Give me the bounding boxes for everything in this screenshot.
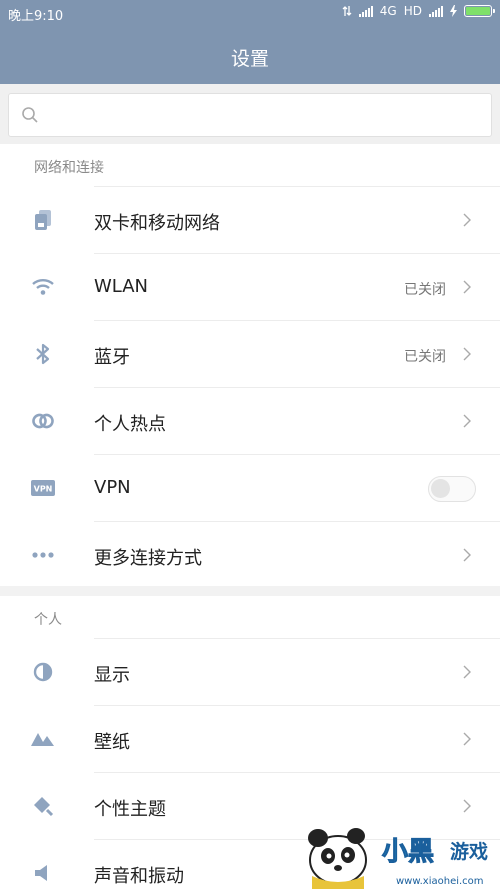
chevron-right-icon: [463, 799, 471, 813]
bluetooth-icon: [28, 321, 58, 387]
row-label: 蓝牙: [94, 347, 130, 368]
charging-icon: [450, 5, 457, 17]
svg-text:游戏: 游戏: [450, 840, 488, 863]
row-label: 更多连接方式: [94, 548, 202, 569]
display-icon: [28, 639, 58, 705]
row-wlan[interactable]: WLAN 已关闭: [32, 253, 500, 320]
signal-icon: [429, 5, 443, 17]
hotspot-icon: [28, 388, 58, 454]
wallpaper-icon: [28, 706, 58, 772]
bluetooth-status: 已关闭: [404, 349, 446, 365]
row-wallpaper[interactable]: 壁纸: [31, 705, 500, 772]
app-header: 晚上9:10 4G HD 设置: [0, 0, 500, 84]
row-label: 个性主题: [94, 799, 166, 820]
battery-icon: [464, 5, 495, 17]
row-vpn[interactable]: VPN VPN: [31, 454, 500, 521]
chevron-right-icon: [463, 347, 471, 361]
chevron-right-icon: [463, 414, 471, 428]
row-hotspot[interactable]: 个人热点: [32, 387, 500, 454]
row-more-connections[interactable]: 更多连接方式: [32, 521, 500, 588]
hd-indicator: HD: [403, 4, 422, 18]
search-box[interactable]: [8, 93, 492, 137]
page-title: 设置: [230, 48, 269, 70]
row-display[interactable]: 显示: [33, 638, 500, 705]
search-icon: [22, 107, 38, 123]
search-input[interactable]: [49, 94, 479, 136]
status-bar: 晚上9:10 4G HD: [0, 0, 500, 26]
wlan-status: 已关闭: [404, 282, 446, 298]
row-label: 壁纸: [94, 732, 130, 753]
sim-card-icon: [28, 187, 58, 253]
chevron-right-icon: [463, 213, 471, 227]
vpn-icon: VPN: [28, 455, 58, 521]
row-bluetooth[interactable]: 蓝牙 已关闭: [36, 320, 500, 387]
section-title-network: 网络和连接: [34, 160, 104, 176]
toggle-knob: [431, 479, 450, 498]
row-label: 双卡和移动网络: [94, 213, 220, 234]
wifi-icon: [28, 254, 58, 320]
row-label: 声音和振动: [94, 866, 184, 887]
status-time: 晚上9:10: [8, 9, 64, 24]
chevron-right-icon: [463, 732, 471, 746]
chevron-right-icon: [463, 548, 471, 562]
status-indicators: 4G HD: [342, 4, 495, 18]
vpn-toggle[interactable]: [428, 476, 476, 502]
row-label: WLAN: [94, 276, 149, 297]
theme-icon: [28, 773, 58, 839]
watermark-logo: 小黑 游戏 www.xiaohei.com: [308, 828, 488, 889]
signal-icon: [358, 5, 373, 17]
search-area: [0, 84, 500, 144]
row-label: 个人热点: [94, 414, 166, 435]
sound-icon: [28, 840, 58, 889]
row-label: VPN: [94, 477, 131, 498]
chevron-right-icon: [463, 280, 471, 294]
more-dots-icon: [28, 522, 58, 588]
svg-text:小黑: 小黑: [382, 837, 434, 867]
chevron-right-icon: [463, 665, 471, 679]
svg-text:www.xiaohei.com: www.xiaohei.com: [396, 876, 484, 887]
network-type: 4G: [379, 4, 397, 18]
section-network: 网络和连接 双卡和移动网络 WLAN 已关闭 蓝牙 已关闭 个人热点 VPN V…: [0, 144, 500, 588]
row-dual-sim[interactable]: 双卡和移动网络: [35, 186, 500, 253]
section-title-personal: 个人: [34, 612, 62, 628]
row-label: 显示: [94, 665, 130, 686]
data-transfer-icon: [342, 6, 352, 16]
svg-text:VPN: VPN: [34, 485, 53, 494]
